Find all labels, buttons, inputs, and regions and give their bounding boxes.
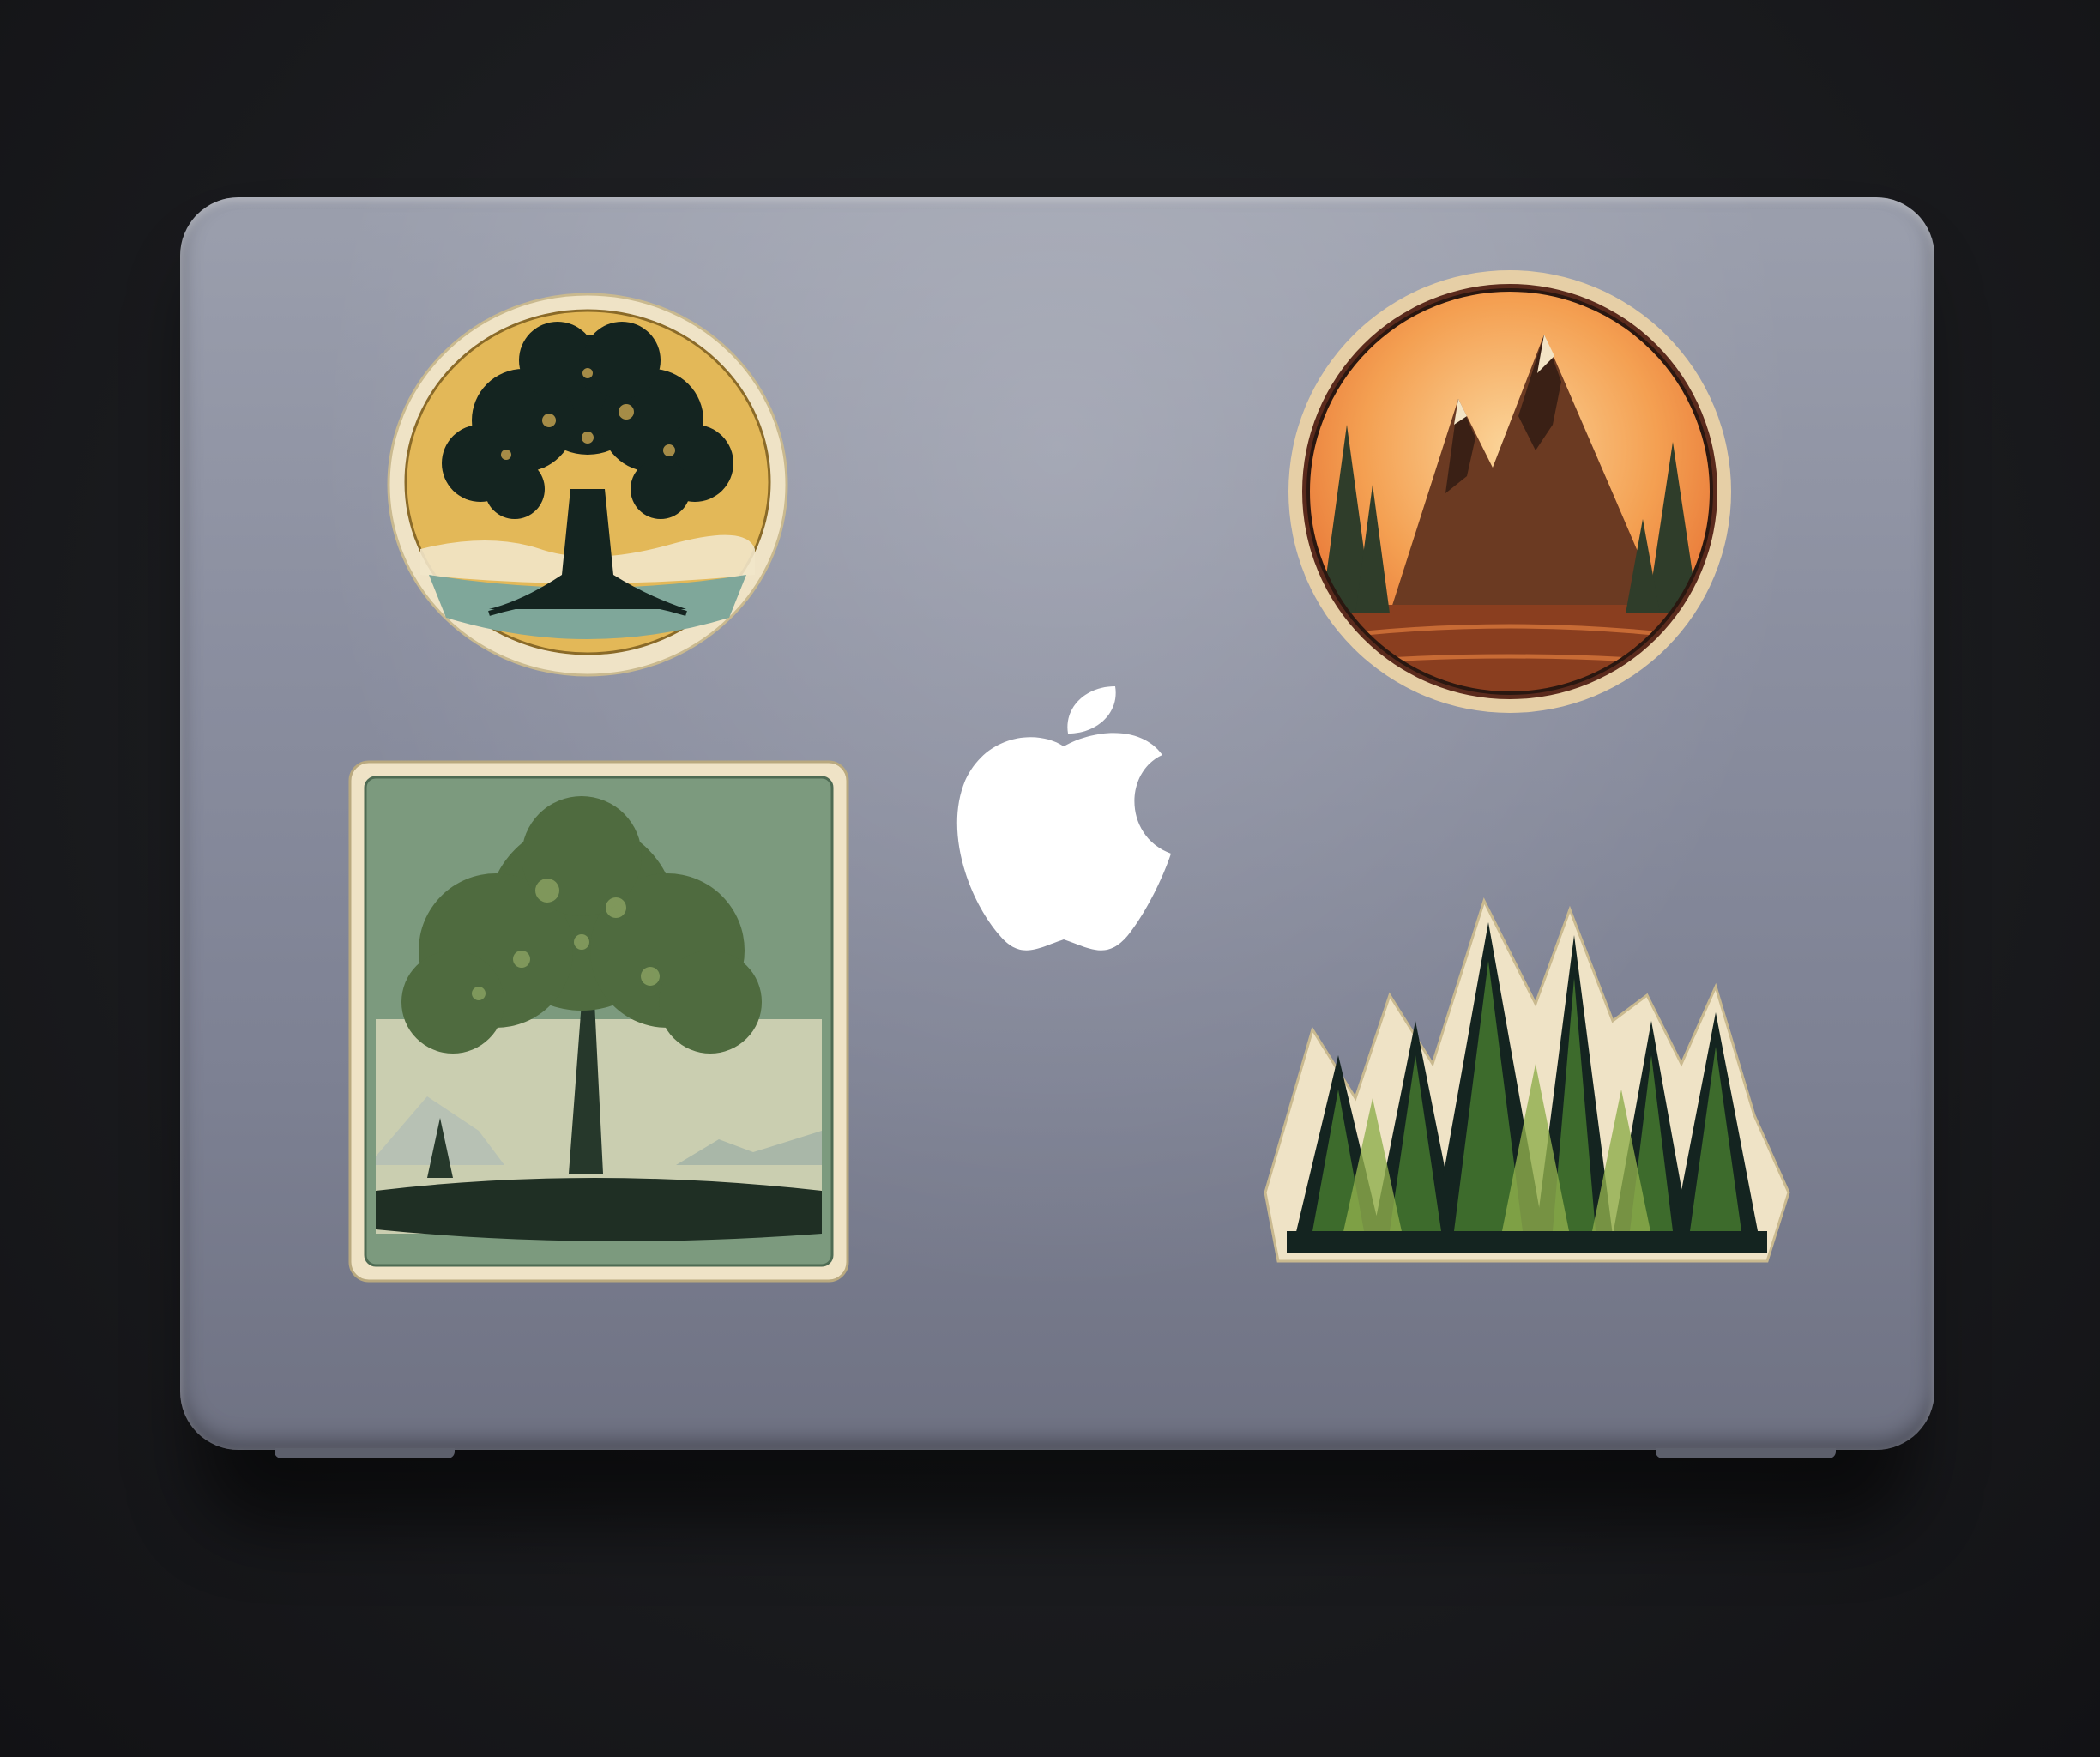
pine-forest-sticker	[1261, 892, 1793, 1270]
mountain-peak-icon	[1288, 270, 1731, 713]
apple-logo-icon	[952, 686, 1175, 956]
tree-of-life-icon	[387, 293, 788, 677]
pine-trees-icon	[1264, 897, 1790, 1263]
oak-tree-poster-sticker	[348, 760, 849, 1283]
hinge-right	[1656, 1448, 1836, 1458]
laptop-scene	[0, 0, 2100, 1757]
oak-tree-icon	[348, 760, 849, 1283]
hinge-left	[275, 1448, 455, 1458]
tree-of-life-sticker	[386, 292, 789, 678]
mountain-sunset-sticker	[1287, 270, 1733, 716]
